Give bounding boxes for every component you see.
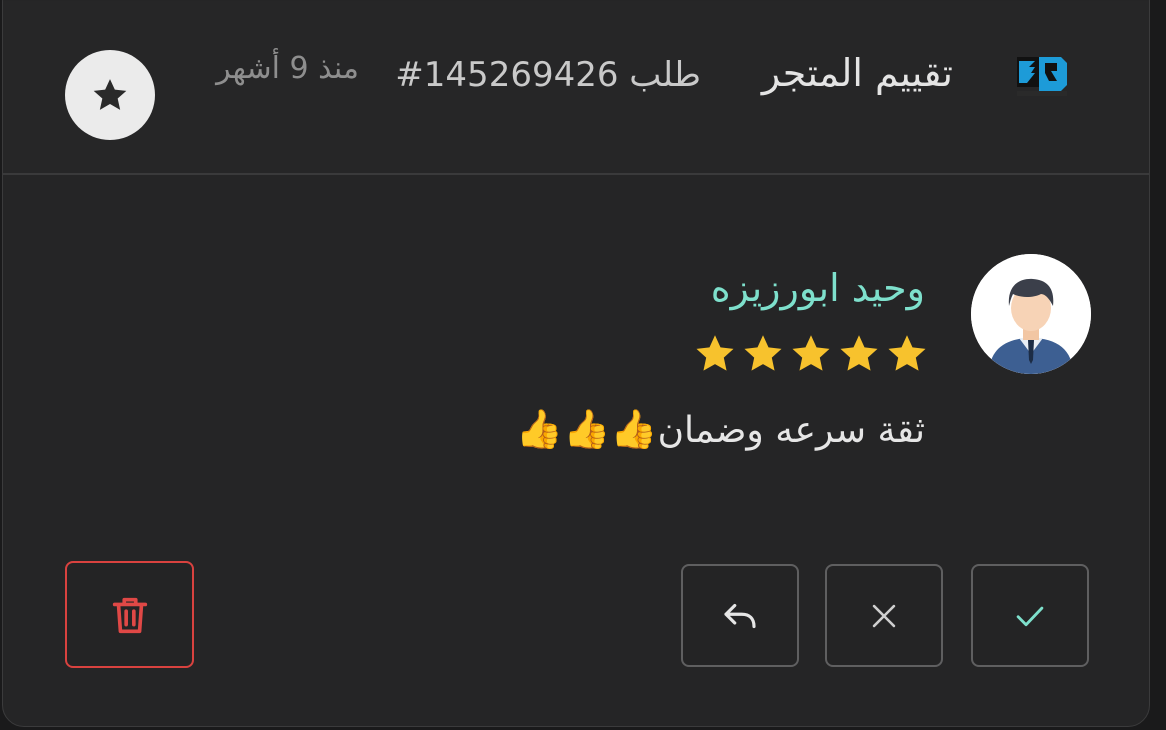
reviewer-avatar: [971, 254, 1091, 374]
star-icon: [93, 79, 127, 110]
star-icon: [888, 335, 926, 371]
approve-button[interactable]: [971, 564, 1089, 667]
trash-icon: [112, 597, 147, 633]
rating-badge: [65, 50, 155, 140]
review-time: منذ 9 أشهر: [216, 51, 359, 86]
star-icon: [696, 335, 734, 371]
star-icon: [840, 335, 878, 371]
close-icon: [872, 604, 896, 627]
review-comment: ثقة سرعه وضمان👍👍👍: [516, 407, 925, 452]
check-icon: [1016, 606, 1044, 626]
star-icon: [792, 335, 830, 371]
reject-button[interactable]: [825, 564, 943, 667]
reply-button[interactable]: [681, 564, 799, 667]
review-comment-text: ثقة سرعه وضمان: [657, 410, 925, 451]
store-logo-icon: [1013, 49, 1071, 101]
star-icon: [744, 335, 782, 371]
delete-button[interactable]: [65, 561, 194, 668]
rating-stars: [693, 332, 929, 376]
reviewer-name: وحيد ابورزيزه: [710, 266, 925, 310]
reply-icon: [724, 603, 756, 628]
review-card: تقييم المتجر طلب 145269426# منذ 9 أشهر و…: [2, 0, 1150, 727]
page-title: تقييم المتجر: [761, 51, 953, 95]
user-avatar-icon: [971, 254, 1091, 374]
order-number: طلب 145269426#: [395, 55, 701, 95]
thumbs-up-icon: 👍👍👍: [515, 407, 658, 451]
review-header: تقييم المتجر طلب 145269426# منذ 9 أشهر: [3, 1, 1149, 175]
